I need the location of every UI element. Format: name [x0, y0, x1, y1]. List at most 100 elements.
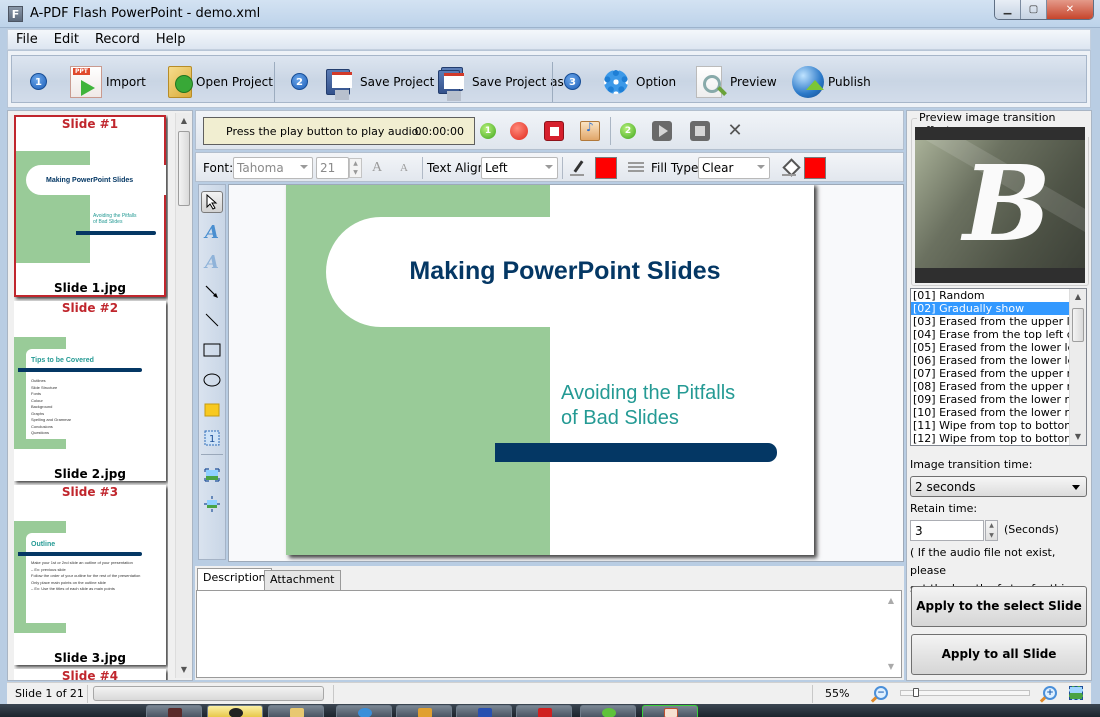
retain-time-input[interactable]	[910, 520, 984, 541]
effect-item[interactable]: [05] Erased from the lower left c	[911, 341, 1069, 354]
format-separator	[422, 157, 423, 179]
taskbar-button[interactable]	[207, 705, 263, 717]
select-tool[interactable]	[201, 191, 223, 213]
taskbar-button[interactable]	[456, 705, 512, 717]
taskbar-button[interactable]	[146, 705, 202, 717]
taskbar-button[interactable]	[396, 705, 452, 717]
font-select[interactable]: Tahoma	[233, 157, 313, 179]
shrink-font-icon[interactable]: A	[400, 162, 408, 174]
effect-item[interactable]: [09] Erased from the lower right	[911, 393, 1069, 406]
description-scrollbar[interactable]: ▲ ▼	[883, 593, 900, 675]
slide-thumbnail[interactable]: Outline Make your 1st or 2nd slide an ou…	[14, 485, 166, 665]
filled-rectangle-tool[interactable]	[201, 399, 223, 421]
slide-subtitle[interactable]: Avoiding the Pitfalls of Bad Slides	[561, 381, 735, 431]
save-project-button[interactable]: Save Project	[326, 64, 434, 100]
effect-item[interactable]: [03] Erased from the upper left c	[911, 315, 1069, 328]
retain-time-spinner[interactable]: ▲ ▼	[985, 520, 998, 541]
slides-scrollbar[interactable]: ▲ ▼	[175, 113, 192, 678]
number-box-tool[interactable]: 1	[201, 427, 223, 449]
zoom-slider[interactable]	[900, 688, 1030, 697]
menu-edit[interactable]: Edit	[46, 32, 87, 47]
minimize-button[interactable]: ▁	[995, 0, 1021, 19]
zoom-in-icon[interactable]: +	[1043, 686, 1057, 700]
line-style-icon[interactable]	[628, 162, 644, 172]
zoom-out-icon[interactable]: −	[874, 686, 888, 700]
stop-record-button[interactable]	[544, 121, 564, 141]
effect-item-selected[interactable]: [02] Gradually show	[911, 302, 1069, 315]
tab-description[interactable]: Description	[197, 568, 272, 590]
slide-thumbnail[interactable]: Making PowerPoint Slides Avoiding the Pi…	[14, 115, 166, 297]
grow-font-icon[interactable]: A	[372, 160, 382, 176]
delete-audio-icon[interactable]: ✕	[725, 121, 745, 141]
scroll-up-arrow[interactable]: ▲	[883, 593, 899, 609]
stop-button[interactable]	[690, 121, 710, 141]
line-color-pen-icon[interactable]	[570, 160, 586, 176]
effect-item[interactable]: [11] Wipe from top to bottom	[911, 419, 1069, 432]
font-size-input[interactable]: 21	[316, 157, 349, 179]
font-size-spinner[interactable]: ▲ ▼	[349, 158, 362, 178]
option-button[interactable]: Option	[604, 64, 676, 100]
slide-canvas[interactable]: Making PowerPoint Slides Avoiding the Pi…	[228, 184, 904, 562]
text-tool[interactable]: A	[201, 221, 223, 243]
line-tool[interactable]	[201, 309, 223, 331]
menu-help[interactable]: Help	[148, 32, 194, 47]
fill-bucket-icon[interactable]	[782, 160, 798, 176]
taskbar-button[interactable]	[642, 705, 698, 717]
menu-record[interactable]: Record	[87, 32, 148, 47]
thumb-bar	[18, 368, 142, 372]
scroll-thumb[interactable]	[1072, 308, 1084, 342]
text-outline-tool[interactable]: A	[201, 251, 223, 273]
apply-selected-slide-button[interactable]: Apply to the select Slide	[911, 586, 1087, 627]
arrow-line-tool[interactable]	[201, 281, 223, 303]
play-button[interactable]	[652, 121, 672, 141]
taskbar-button[interactable]	[336, 705, 392, 717]
taskbar-button[interactable]	[516, 705, 572, 717]
ellipse-tool[interactable]	[201, 369, 223, 391]
effect-item[interactable]: [04] Erase from the top left corn	[911, 328, 1069, 341]
publish-button[interactable]: Publish	[792, 64, 871, 100]
text-align-select[interactable]: Left	[481, 157, 558, 179]
transition-effects-list[interactable]: [01] Random [02] Gradually show [03] Era…	[910, 288, 1087, 446]
image-fit-tool[interactable]	[201, 464, 223, 486]
transition-time-select[interactable]: 2 seconds	[910, 476, 1087, 497]
scroll-up-arrow[interactable]: ▲	[1070, 289, 1086, 305]
effect-item[interactable]: [08] Erased from the upper right	[911, 380, 1069, 393]
effect-item[interactable]: [06] Erased from the lower left c	[911, 354, 1069, 367]
load-audio-icon[interactable]	[580, 120, 600, 141]
os-taskbar	[0, 704, 1100, 717]
rectangle-tool[interactable]	[201, 339, 223, 361]
scroll-down-arrow[interactable]: ▼	[1070, 429, 1086, 445]
image-center-tool[interactable]	[201, 493, 223, 515]
slide-thumbnail[interactable]: Slide #4	[14, 669, 166, 680]
slide-title[interactable]: Making PowerPoint Slides	[286, 257, 814, 286]
import-button[interactable]: Import	[70, 64, 146, 100]
scroll-thumb[interactable]	[178, 131, 190, 206]
scroll-down-arrow[interactable]: ▼	[883, 659, 899, 675]
save-project-as-button[interactable]: Save Project as	[438, 64, 564, 101]
fill-color-swatch[interactable]	[804, 157, 826, 179]
scroll-up-arrow[interactable]: ▲	[176, 113, 192, 129]
effect-item[interactable]: [12] Wipe from top to bottom an	[911, 432, 1069, 445]
fill-type-select[interactable]: Clear	[698, 157, 770, 179]
effect-item[interactable]: [10] Erased from the lower right	[911, 406, 1069, 419]
preview-button[interactable]: Preview	[696, 64, 777, 100]
current-slide[interactable]: Making PowerPoint Slides Avoiding the Pi…	[286, 185, 814, 555]
close-button[interactable]: ✕	[1047, 0, 1093, 19]
apply-all-slides-button[interactable]: Apply to all Slide	[911, 634, 1087, 675]
taskbar-button[interactable]	[268, 705, 324, 717]
maximize-button[interactable]: ▢	[1021, 0, 1047, 19]
menu-file[interactable]: File	[8, 32, 46, 47]
description-textarea[interactable]	[201, 595, 881, 675]
effect-item[interactable]: [01] Random	[911, 289, 1069, 302]
tab-attachment[interactable]: Attachment	[264, 570, 341, 590]
effects-scrollbar[interactable]: ▲ ▼	[1069, 289, 1086, 445]
fit-to-window-icon[interactable]	[1069, 686, 1083, 700]
slide-thumbnail[interactable]: Tips to be Covered Outlines Slide Struct…	[14, 301, 166, 481]
taskbar-button[interactable]	[580, 705, 636, 717]
record-button[interactable]	[510, 122, 528, 140]
open-project-button[interactable]: Open Project	[168, 64, 273, 100]
effect-item[interactable]: [07] Erased from the upper right	[911, 367, 1069, 380]
zoom-slider-handle[interactable]	[913, 688, 919, 697]
scroll-down-arrow[interactable]: ▼	[176, 662, 192, 678]
line-color-swatch[interactable]	[595, 157, 617, 179]
